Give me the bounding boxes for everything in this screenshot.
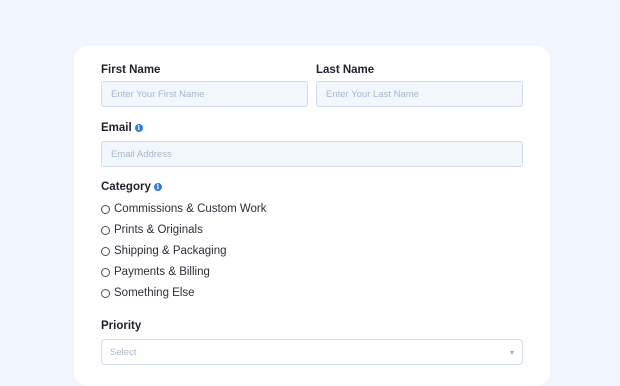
radio-button[interactable]: [101, 204, 110, 214]
email-input[interactable]: [101, 141, 523, 167]
radio-button[interactable]: [101, 225, 110, 235]
category-label: Category i: [101, 181, 162, 193]
category-option-shipping[interactable]: Shipping & Packaging: [101, 245, 227, 257]
contact-form-card: First Name Last Name Email i Category i …: [74, 46, 550, 386]
category-option-something-else[interactable]: Something Else: [101, 287, 195, 299]
info-icon[interactable]: i: [153, 183, 162, 191]
radio-button[interactable]: [101, 267, 110, 277]
last-name-input[interactable]: [316, 81, 523, 107]
radio-button[interactable]: [101, 288, 110, 298]
category-option-payments[interactable]: Payments & Billing: [101, 266, 210, 278]
info-icon[interactable]: i: [134, 124, 143, 132]
radio-button[interactable]: [101, 246, 110, 256]
email-label: Email i: [101, 122, 143, 134]
last-name-label: Last Name: [316, 64, 375, 76]
category-option-prints[interactable]: Prints & Originals: [101, 224, 203, 236]
priority-select[interactable]: Select ▾: [101, 339, 523, 365]
first-name-input[interactable]: [101, 81, 308, 107]
first-name-label: First Name: [101, 64, 161, 76]
priority-label: Priority: [101, 320, 142, 332]
category-option-commissions[interactable]: Commissions & Custom Work: [101, 203, 267, 215]
